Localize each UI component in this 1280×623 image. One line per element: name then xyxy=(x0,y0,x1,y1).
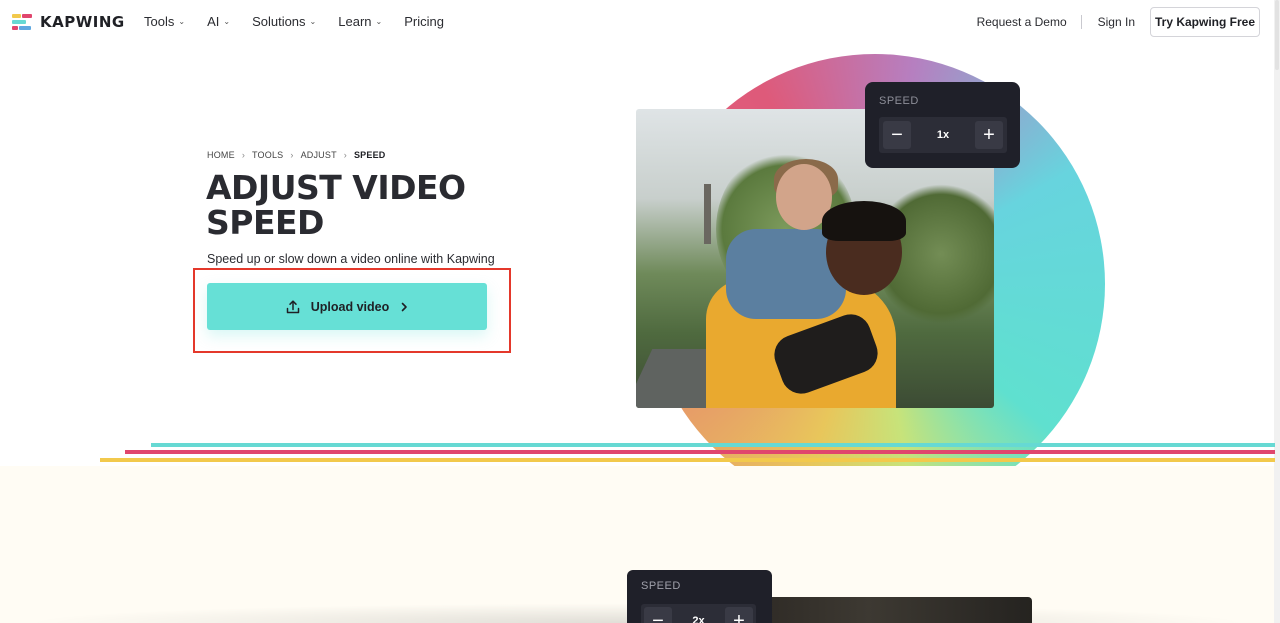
nav-ai[interactable]: AI ⌄ xyxy=(207,14,230,29)
page-title: ADJUST VIDEO SPEED xyxy=(206,168,466,242)
speed-widget-label: SPEED xyxy=(879,95,919,107)
sign-in-link[interactable]: Sign In xyxy=(1098,15,1135,29)
chevron-down-icon: ⌄ xyxy=(223,17,231,26)
chevron-down-icon: ⌄ xyxy=(178,17,186,26)
speed-stepper: − 1x + xyxy=(879,117,1007,153)
nav-solutions-label: Solutions xyxy=(252,14,306,29)
speed-widget-label: SPEED xyxy=(641,580,681,592)
breadcrumb-separator-icon: › xyxy=(241,150,246,160)
breadcrumb-home[interactable]: HOME xyxy=(207,150,235,160)
page-subtitle: Speed up or slow down a video online wit… xyxy=(207,252,495,266)
plus-icon[interactable]: + xyxy=(975,121,1003,149)
page-scrollbar[interactable] xyxy=(1274,0,1280,623)
chevron-down-icon: ⌄ xyxy=(375,17,383,26)
try-kapwing-free-button[interactable]: Try Kapwing Free xyxy=(1150,7,1260,37)
breadcrumb-separator-icon: › xyxy=(290,150,294,160)
request-demo-link[interactable]: Request a Demo xyxy=(977,15,1082,29)
breadcrumb-separator-icon: › xyxy=(343,150,347,160)
breadcrumb: HOME › TOOLS › ADJUST › SPEED xyxy=(207,150,386,160)
kapwing-logo[interactable]: KAPWING xyxy=(12,13,125,31)
nav-pricing-label: Pricing xyxy=(404,14,444,29)
breadcrumb-adjust[interactable]: ADJUST xyxy=(301,150,337,160)
upload-video-label: Upload video xyxy=(310,299,390,314)
lower-video-preview xyxy=(760,597,1032,623)
minus-icon[interactable]: − xyxy=(644,607,672,623)
nav-tools-label: Tools xyxy=(144,14,175,29)
brand-name: KAPWING xyxy=(40,13,125,31)
speed-widget-lower: SPEED − 2x + xyxy=(627,570,772,623)
upload-icon xyxy=(286,299,299,313)
decorative-stripe-red xyxy=(125,450,1275,454)
nav-solutions[interactable]: Solutions ⌄ xyxy=(252,14,316,29)
plus-icon[interactable]: + xyxy=(725,607,753,623)
minus-icon[interactable]: − xyxy=(883,121,911,149)
speed-value: 1x xyxy=(936,129,950,141)
speed-stepper: − 2x + xyxy=(641,604,756,623)
kapwing-logo-icon xyxy=(12,13,32,31)
main-nav: Tools ⌄ AI ⌄ Solutions ⌄ Learn ⌄ Pricing xyxy=(144,14,466,29)
nav-ai-label: AI xyxy=(207,14,220,29)
speed-value: 2x xyxy=(692,615,705,623)
decorative-stripe-yellow xyxy=(100,458,1275,462)
nav-tools[interactable]: Tools ⌄ xyxy=(144,14,185,29)
scrollbar-thumb[interactable] xyxy=(1275,0,1279,70)
breadcrumb-tools[interactable]: TOOLS xyxy=(252,150,283,160)
account-nav: Request a Demo Sign In Try Kapwing Free xyxy=(977,7,1260,37)
breadcrumb-current: SPEED xyxy=(353,150,386,160)
chevron-down-icon: ⌄ xyxy=(309,17,317,26)
nav-learn[interactable]: Learn ⌄ xyxy=(338,14,382,29)
decorative-stripe-cyan xyxy=(151,443,1275,447)
top-navbar: KAPWING Tools ⌄ AI ⌄ Solutions ⌄ Learn ⌄… xyxy=(0,0,1280,44)
nav-pricing[interactable]: Pricing xyxy=(404,14,444,29)
nav-learn-label: Learn xyxy=(338,14,372,29)
chevron-right-icon xyxy=(401,302,408,311)
speed-widget: SPEED − 1x + xyxy=(865,82,1020,168)
upload-video-button[interactable]: Upload video xyxy=(207,283,487,330)
